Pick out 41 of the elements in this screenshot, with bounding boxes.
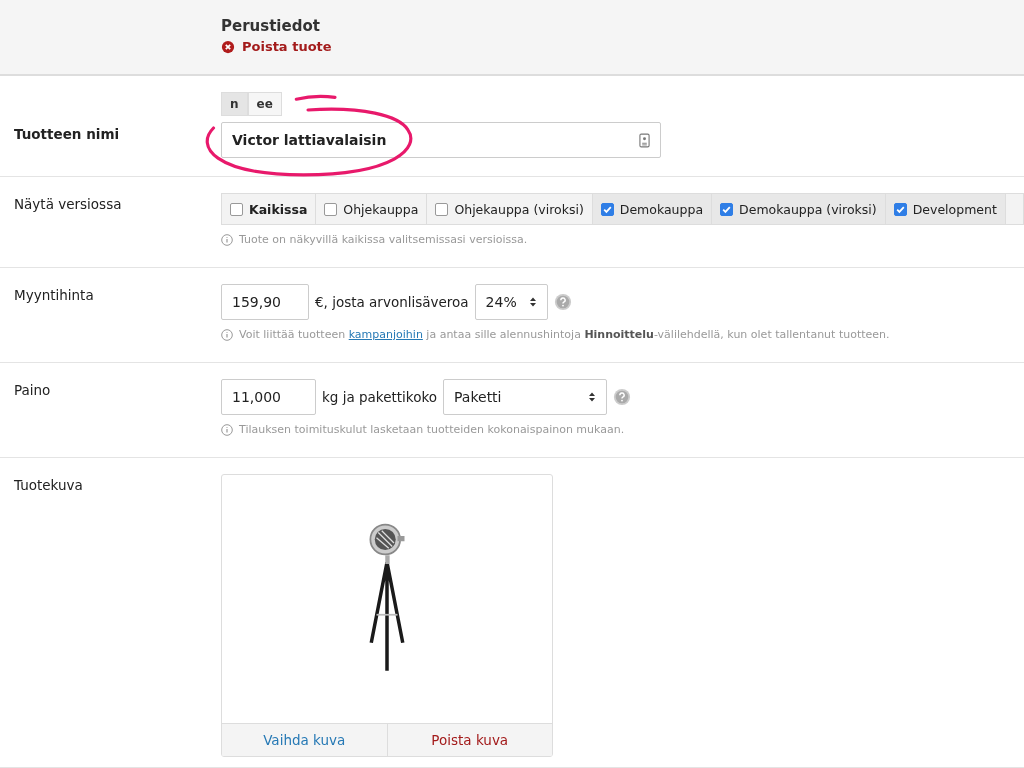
language-tab[interactable]: n — [221, 92, 248, 116]
info-icon — [221, 328, 233, 341]
vat-select[interactable]: 24% — [474, 284, 548, 320]
campaigns-link[interactable]: kampanjoihin — [348, 328, 423, 341]
version-option[interactable]: Demokauppa — [592, 194, 713, 224]
sort-arrows-icon — [588, 391, 596, 403]
hint-text: Tilauksen toimituskulut lasketaan tuotteiden kokonaispainon mukaan. — [239, 423, 625, 436]
help-icon[interactable] — [553, 293, 572, 311]
version-option[interactable]: Ohjekauppa (viroksi) — [427, 194, 593, 224]
field-text: kg ja pakettikoko — [322, 389, 437, 405]
field-label: Tuotekuva — [13, 476, 84, 495]
hint-text: Tuote on näkyvillä kaikissa valitsemissasi versioissa. — [239, 233, 528, 246]
language-tab[interactable]: ee — [247, 92, 282, 116]
hint-text: Voit liittää tuotteen kampanjoihin ja antaa sille alennushintoja Hinnoittelu-välilehdellä, kun olet tallentanut tuotteen. — [239, 328, 890, 341]
field-label: Tuotteen nimi — [13, 125, 121, 144]
price-input[interactable]: 159,90 — [221, 284, 309, 320]
checkbox[interactable] — [324, 202, 338, 216]
field-label: Näytä versiossa — [13, 195, 123, 214]
package-select[interactable]: Paketti — [443, 379, 607, 415]
version-option[interactable]: Ohjekauppa — [316, 194, 428, 224]
info-icon — [221, 423, 233, 436]
product-name-field[interactable]: Victor lattiavalaisin — [221, 122, 661, 158]
checkbox[interactable] — [893, 202, 907, 216]
delete-product-link[interactable]: Poista tuote — [221, 39, 332, 54]
field-label: Myyntihinta — [13, 286, 95, 305]
version-option[interactable]: Demokauppa (viroksi) — [712, 194, 886, 224]
contact-card-icon — [639, 132, 650, 148]
field-label: Paino — [13, 381, 52, 400]
checkbox[interactable] — [435, 202, 449, 216]
info-icon — [221, 233, 233, 246]
version-option[interactable]: Development — [885, 194, 1006, 224]
field-text: €, josta arvonlisäveroa — [315, 294, 469, 310]
close-icon — [221, 39, 235, 54]
checkbox[interactable] — [720, 202, 734, 216]
section-title: Perustiedot — [221, 17, 321, 35]
version-option[interactable]: Kaikissa — [222, 194, 317, 224]
sort-arrows-icon — [528, 296, 537, 308]
help-icon[interactable] — [613, 388, 631, 406]
checkbox[interactable] — [230, 202, 243, 216]
checkbox[interactable] — [600, 202, 614, 216]
weight-input[interactable]: 11,000 — [221, 379, 316, 415]
